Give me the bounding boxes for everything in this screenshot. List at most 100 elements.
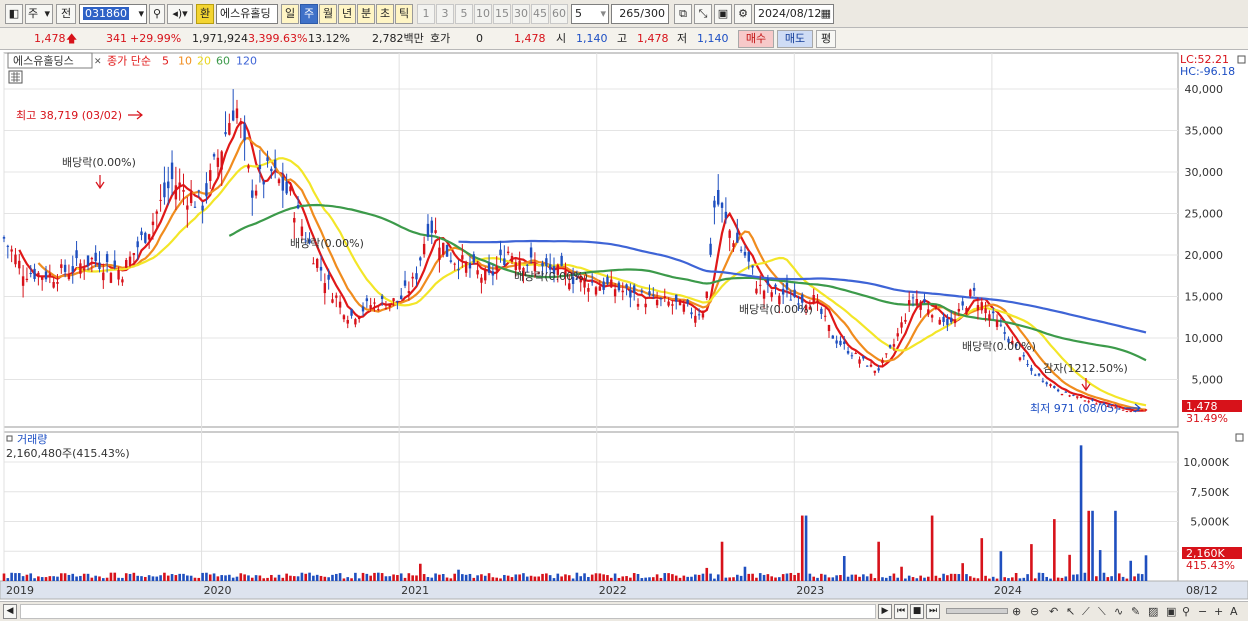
volume-bar bbox=[617, 577, 621, 581]
volume-bar bbox=[79, 575, 82, 581]
period-tick-button[interactable]: 틱 bbox=[395, 4, 413, 24]
chart-canvas[interactable]: 40,000 35,000 30,000 25,000 20,000 15,000 10,0… bbox=[0, 51, 1248, 601]
image-icon[interactable]: ▨ bbox=[1148, 603, 1158, 620]
volume-bar bbox=[808, 573, 812, 581]
font-size-icon[interactable]: A bbox=[1230, 603, 1238, 620]
period-minute-button[interactable]: 분 bbox=[357, 4, 375, 24]
interval-30-button[interactable]: 30 bbox=[512, 4, 530, 24]
interval-15-button[interactable]: 15 bbox=[493, 4, 511, 24]
crosshair-icon[interactable]: ⤡ bbox=[694, 4, 712, 24]
legend-ma-120: 120 bbox=[236, 55, 257, 68]
interval-45-button[interactable]: 45 bbox=[531, 4, 549, 24]
interval-5-button[interactable]: 5 bbox=[455, 4, 473, 24]
candle-settings-icon[interactable]: ⧉ bbox=[674, 4, 692, 24]
date-field[interactable]: 2024/08/12 ▦ bbox=[754, 4, 834, 24]
volume-bar bbox=[480, 574, 483, 581]
sell-button[interactable]: 매도 bbox=[777, 30, 813, 48]
stock-code-input[interactable]: 031860 ▾ bbox=[79, 4, 147, 24]
candle-body bbox=[942, 316, 945, 323]
magnifier-icon[interactable]: ⚲ bbox=[1182, 603, 1190, 620]
volume-bar bbox=[441, 574, 445, 581]
volume-bar bbox=[972, 577, 976, 581]
volume-bar bbox=[1106, 577, 1110, 581]
interval-input[interactable]: 5 ▾ bbox=[571, 4, 609, 24]
volume-panel-toggle-icon[interactable] bbox=[6, 435, 13, 442]
period-week-button[interactable]: 주 bbox=[300, 4, 318, 24]
interval-60-button[interactable]: 60 bbox=[550, 4, 568, 24]
count-field[interactable]: 265/300 bbox=[611, 4, 669, 24]
candle-body bbox=[10, 249, 13, 252]
market-select[interactable]: 주 ▾ bbox=[25, 4, 53, 24]
gear-icon[interactable]: ⚙ bbox=[734, 4, 752, 24]
volume-bar bbox=[1033, 578, 1037, 581]
period-year-button[interactable]: 년 bbox=[338, 4, 356, 24]
plus-icon[interactable]: + bbox=[1214, 603, 1223, 620]
buy-button[interactable]: 매수 bbox=[738, 30, 774, 48]
candle-body bbox=[342, 315, 346, 320]
average-button[interactable]: 평 bbox=[816, 30, 836, 48]
period-second-button[interactable]: 초 bbox=[376, 4, 394, 24]
chevron-down-icon[interactable]: ▾ bbox=[600, 5, 606, 23]
volume-bar bbox=[1075, 574, 1079, 581]
fibonacci-icon[interactable]: ∿ bbox=[1114, 603, 1123, 620]
interval-1-button[interactable]: 1 bbox=[417, 4, 435, 24]
zoom-slider[interactable] bbox=[946, 608, 1008, 614]
speaker-icon[interactable]: ◂)▾ bbox=[167, 4, 193, 24]
candle-body bbox=[644, 303, 647, 308]
volume-bar bbox=[308, 572, 311, 581]
candle-body bbox=[648, 291, 651, 296]
period-day-button[interactable]: 일 bbox=[281, 4, 299, 24]
volume-bar bbox=[40, 577, 44, 581]
legend-close-icon[interactable]: ✕ bbox=[94, 57, 102, 67]
candle-body bbox=[388, 303, 391, 308]
price-panel-maximize-icon[interactable] bbox=[1237, 55, 1246, 64]
volume-bar bbox=[1053, 519, 1056, 581]
volume-bar bbox=[911, 577, 915, 581]
candle-body bbox=[281, 176, 285, 191]
scroll-right-icon[interactable]: ▶ bbox=[878, 604, 892, 619]
search-icon[interactable]: ⚲ bbox=[149, 4, 165, 24]
candle-body bbox=[732, 243, 735, 247]
undo-icon[interactable]: ↶ bbox=[1049, 603, 1058, 620]
fast-backward-icon[interactable]: ⏮ bbox=[894, 604, 908, 619]
volume-bar bbox=[304, 573, 308, 581]
volume-bar bbox=[289, 575, 292, 581]
volume-bar bbox=[403, 577, 407, 581]
scroll-left-icon[interactable]: ◀ bbox=[3, 604, 17, 619]
calendar-icon[interactable]: ▦ bbox=[821, 5, 831, 23]
zoom-out-icon[interactable]: ⊖ bbox=[1030, 603, 1039, 620]
candle-body bbox=[510, 255, 514, 262]
moving-average-lines bbox=[18, 120, 1147, 412]
save-icon[interactable]: ▣ bbox=[714, 4, 732, 24]
candle-body bbox=[174, 185, 178, 200]
candle-body bbox=[105, 254, 109, 263]
volume-bar bbox=[37, 576, 40, 581]
volume-panel-close-icon[interactable] bbox=[1235, 433, 1244, 442]
horizontal-scrollbar[interactable] bbox=[20, 604, 876, 619]
save-chart-icon[interactable]: ▣ bbox=[1166, 603, 1176, 620]
jeon-button[interactable]: 전 bbox=[56, 4, 76, 24]
fast-forward-icon[interactable]: ⏭ bbox=[926, 604, 940, 619]
volume-bar bbox=[346, 577, 350, 581]
line-draw-icon[interactable]: ⟋ bbox=[1082, 603, 1090, 620]
zoom-in-icon[interactable]: ⊕ bbox=[1012, 603, 1021, 620]
x-tick-label-last: 08/12 bbox=[1186, 584, 1218, 597]
chart-area[interactable]: 40,000 35,000 30,000 25,000 20,000 15,000 10,0… bbox=[0, 51, 1248, 601]
volume-bar bbox=[545, 573, 548, 581]
pencil-icon[interactable]: ✎ bbox=[1131, 603, 1140, 620]
volume-bar bbox=[426, 577, 430, 581]
period-month-button[interactable]: 월 bbox=[319, 4, 337, 24]
interval-10-button[interactable]: 10 bbox=[474, 4, 492, 24]
code-dropdown-icon[interactable]: ▾ bbox=[138, 5, 144, 23]
stop-icon[interactable]: ■ bbox=[910, 604, 924, 619]
cursor-icon[interactable]: ↖ bbox=[1066, 603, 1075, 620]
minus-icon[interactable]: − bbox=[1198, 603, 1207, 620]
candle-body bbox=[251, 190, 254, 198]
hwan-button[interactable]: 환 bbox=[196, 4, 214, 24]
window-menu-icon[interactable]: ◧ bbox=[5, 4, 23, 24]
candle-body bbox=[21, 276, 25, 286]
interval-3-button[interactable]: 3 bbox=[436, 4, 454, 24]
volume-bar bbox=[33, 578, 36, 581]
grid bbox=[0, 52, 1248, 600]
trend-icon[interactable]: ⟍ bbox=[1098, 603, 1106, 620]
